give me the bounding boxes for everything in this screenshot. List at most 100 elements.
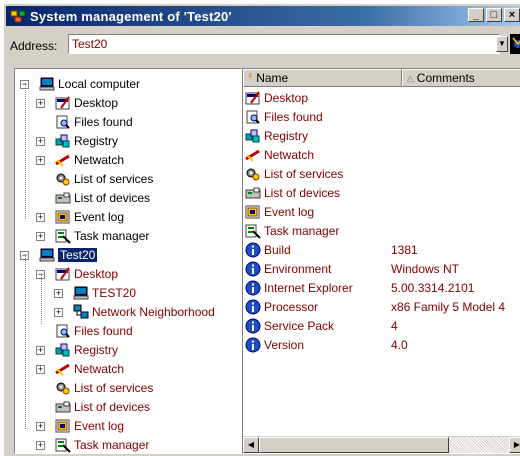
- list-item-comment: Windows NT: [391, 262, 460, 276]
- list-pane[interactable]: ⁸ Name △ Comments Desktop Files found Regi…: [242, 68, 520, 454]
- list-item-name: Task manager: [264, 224, 340, 238]
- tree-item[interactable]: Netwatch: [55, 360, 124, 378]
- sort-indicator-icon: △: [406, 73, 414, 83]
- tree-item-label: List of devices: [74, 400, 151, 414]
- tree-item[interactable]: Desktop: [55, 94, 118, 112]
- devices-icon: [55, 190, 71, 206]
- scroll-thumb[interactable]: [259, 437, 449, 453]
- tree-connector-line: [25, 83, 26, 219]
- list-item[interactable]: Version 4.0: [243, 336, 520, 354]
- tree-item[interactable]: List of devices: [55, 189, 150, 207]
- list-item[interactable]: List of services: [243, 165, 520, 183]
- address-bar: Address: Test20 ▼: [10, 34, 520, 58]
- close-button[interactable]: ×: [504, 8, 520, 22]
- list-item-name: Build: [264, 243, 291, 257]
- maximize-button[interactable]: □: [486, 8, 502, 22]
- list-item[interactable]: Files found: [243, 108, 520, 126]
- eventlog-icon: [55, 418, 71, 434]
- app-icon: [10, 10, 26, 23]
- tree-item-label: Network Neighborhood: [92, 305, 215, 319]
- scroll-track[interactable]: [449, 437, 509, 453]
- tree-item[interactable]: Files found: [55, 113, 133, 131]
- column-header-comments[interactable]: △ Comments: [401, 69, 520, 87]
- expand-icon[interactable]: +: [36, 346, 45, 355]
- expand-icon[interactable]: +: [36, 365, 45, 374]
- column-header-name[interactable]: ⁸ Name: [243, 69, 402, 87]
- list-item-name: Registry: [264, 129, 309, 143]
- list-item-name: Netwatch: [264, 148, 315, 162]
- list-item[interactable]: Environment Windows NT: [243, 260, 520, 278]
- tree-item[interactable]: Event log: [55, 417, 124, 435]
- tree-item-label: Local computer: [58, 77, 141, 91]
- taskmanager-icon: [245, 223, 261, 239]
- tree-item[interactable]: List of services: [55, 379, 153, 397]
- info-icon: [245, 299, 261, 315]
- tree-item[interactable]: Local computer: [39, 75, 140, 93]
- devices-icon: [55, 399, 71, 415]
- tree-item[interactable]: List of devices: [55, 398, 150, 416]
- expand-icon[interactable]: +: [54, 308, 63, 317]
- expand-icon[interactable]: +: [36, 156, 45, 165]
- list-item[interactable]: Internet Explorer 5.00.3314.2101: [243, 279, 520, 297]
- registry-icon: [55, 133, 71, 149]
- list-item[interactable]: Processor x86 Family 5 Model 4: [243, 298, 520, 316]
- taskmanager-icon: [55, 437, 71, 453]
- network-icon: [73, 304, 89, 320]
- expand-icon[interactable]: +: [36, 232, 45, 241]
- list-item[interactable]: Registry: [243, 127, 520, 145]
- netwatch-icon: [55, 152, 71, 168]
- devices-icon: [245, 185, 261, 201]
- tree-item[interactable]: Event log: [55, 208, 124, 226]
- list-item[interactable]: Desktop: [243, 89, 520, 107]
- list-item[interactable]: Task manager: [243, 222, 520, 240]
- expand-icon[interactable]: +: [36, 213, 45, 222]
- expand-icon[interactable]: +: [36, 99, 45, 108]
- desktop-icon: [245, 90, 261, 106]
- tree-item[interactable]: Desktop: [55, 265, 118, 283]
- info-icon: [245, 280, 261, 296]
- tree-item[interactable]: Netwatch: [55, 151, 124, 169]
- tree-item-label: Event log: [74, 419, 125, 433]
- tree-item[interactable]: Registry: [55, 132, 118, 150]
- expand-icon[interactable]: +: [54, 289, 63, 298]
- tree-pane[interactable]: Local computer − Desktop + Files found Regist…: [14, 68, 242, 454]
- list-item[interactable]: Build 1381: [243, 241, 520, 259]
- list-item[interactable]: List of devices: [243, 184, 520, 202]
- tree-item[interactable]: Files found: [55, 322, 133, 340]
- expand-icon[interactable]: +: [36, 422, 45, 431]
- tree-connector-line: [25, 254, 26, 429]
- list-item[interactable]: Netwatch: [243, 146, 520, 164]
- tree-item[interactable]: Task manager: [55, 436, 149, 453]
- tree-item-label: Files found: [74, 324, 133, 338]
- tree-item[interactable]: TEST20: [73, 284, 136, 302]
- address-dropdown-button[interactable]: ▼: [496, 36, 508, 52]
- netwatch-icon: [245, 147, 261, 163]
- list-item[interactable]: Event log: [243, 203, 520, 221]
- scroll-right-icon[interactable]: ▶: [509, 437, 520, 453]
- go-icon[interactable]: [510, 34, 520, 54]
- tree-item[interactable]: List of services: [55, 170, 153, 188]
- tree-item-label: Registry: [74, 343, 119, 357]
- list-item[interactable]: Service Pack 4: [243, 317, 520, 335]
- tree-item[interactable]: Test20: [39, 246, 98, 264]
- minimize-button[interactable]: _: [468, 8, 484, 22]
- expand-icon[interactable]: +: [36, 441, 45, 450]
- scroll-left-icon[interactable]: ◀: [243, 437, 259, 453]
- list-item-name: Environment: [264, 262, 332, 276]
- info-icon: [245, 242, 261, 258]
- tree-item-label: Files found: [74, 115, 133, 129]
- main-window: System management of 'Test20' _ □ × Addr…: [4, 4, 520, 456]
- tree-item[interactable]: Network Neighborhood: [73, 303, 215, 321]
- registry-icon: [55, 342, 71, 358]
- tree-item[interactable]: Registry: [55, 341, 118, 359]
- title-bar[interactable]: System management of 'Test20' _ □ ×: [6, 6, 520, 26]
- horizontal-scrollbar[interactable]: ◀ ▶: [243, 436, 520, 453]
- address-input[interactable]: Test20: [68, 34, 500, 54]
- search-icon: [55, 323, 71, 339]
- tree-item[interactable]: Task manager: [55, 227, 149, 245]
- expand-icon[interactable]: +: [36, 137, 45, 146]
- services-icon: [55, 171, 71, 187]
- desktop-icon: [55, 266, 71, 282]
- info-icon: [245, 337, 261, 353]
- tree-connector-line: [41, 274, 42, 324]
